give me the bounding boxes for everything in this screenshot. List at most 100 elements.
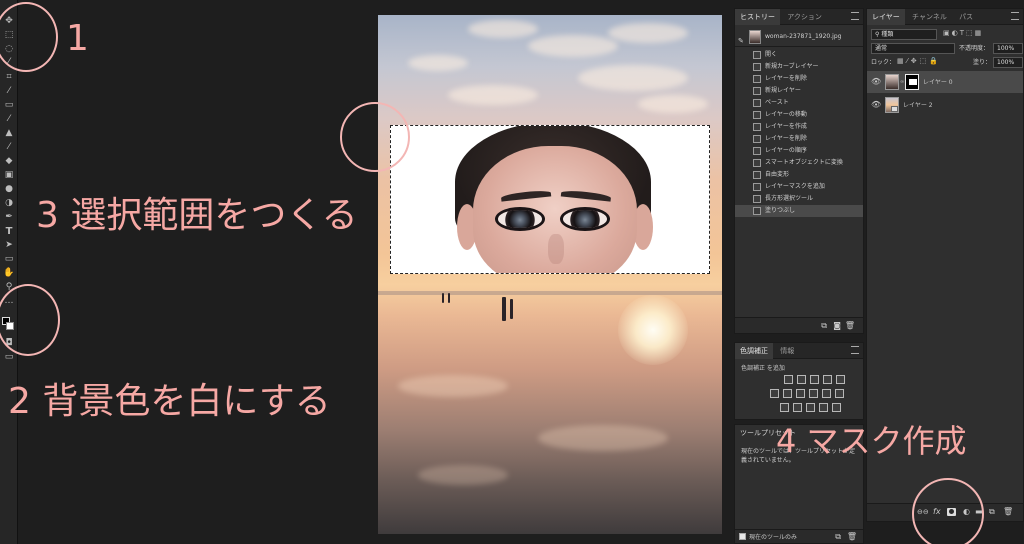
distant-figure — [510, 299, 513, 319]
annotation-circle-3 — [340, 102, 410, 172]
layer-mask-thumbnail[interactable] — [905, 74, 919, 90]
annotation-circle-2 — [0, 284, 60, 356]
rectangular-selection[interactable] — [390, 125, 710, 274]
new-document-from-state-icon[interactable]: ⧉ — [821, 321, 827, 331]
opacity-value[interactable]: 100% — [993, 43, 1023, 54]
eyedropper-icon[interactable]: ⁄ — [2, 86, 16, 97]
trash-icon[interactable]: 🗑 — [845, 321, 855, 330]
photo-filter-icon[interactable] — [809, 389, 818, 398]
new-layer-icon[interactable]: ⧉ — [989, 507, 995, 517]
vibrance-icon[interactable] — [835, 375, 845, 384]
panel-menu-icon[interactable] — [851, 12, 859, 20]
healing-brush-icon[interactable]: ▭ — [2, 100, 16, 111]
tab-actions[interactable]: アクション — [782, 9, 827, 25]
threshold-icon[interactable] — [805, 403, 815, 412]
history-panel: ヒストリー アクション ✎ woman-237871_1920.jpg 開く 新規… — [734, 8, 864, 334]
history-state-icon — [753, 99, 761, 107]
history-item[interactable]: スマートオブジェクトに変換 — [735, 157, 863, 169]
current-tool-only-checkbox[interactable] — [739, 533, 746, 540]
lock-icons[interactable]: ▦⁄✥⬚🔒 — [897, 57, 941, 65]
new-preset-icon[interactable]: ⧉ — [835, 532, 841, 542]
tab-paths[interactable]: パス — [954, 9, 978, 25]
screen-mode-icon[interactable]: ▭ — [2, 352, 16, 363]
history-state-icon — [753, 51, 761, 59]
camera-icon[interactable]: ◙ — [833, 321, 841, 330]
opacity-label: 不透明度： — [959, 45, 990, 52]
history-brush-source-icon[interactable]: ✎ — [738, 33, 746, 45]
black-white-icon[interactable] — [796, 389, 805, 398]
trash-icon[interactable]: 🗑 — [847, 532, 857, 541]
dodge-tool-icon[interactable]: ◑ — [2, 198, 16, 209]
history-item[interactable]: レイヤーを作成 — [735, 121, 863, 133]
link-icon[interactable]: ∞ — [900, 79, 904, 85]
brightness-icon[interactable] — [783, 375, 793, 384]
selective-color-icon[interactable] — [831, 403, 841, 412]
history-item[interactable]: ペースト — [735, 97, 863, 109]
gradient-map-icon[interactable] — [818, 403, 828, 412]
history-item[interactable]: レイヤーマスクを追加 — [735, 181, 863, 193]
annotation-circle-4 — [912, 478, 984, 544]
history-item[interactable]: レイヤーを削除 — [735, 73, 863, 85]
brush-tool-icon[interactable]: ⁄ — [2, 114, 16, 125]
history-state-icon — [753, 159, 761, 167]
history-state-icon — [753, 135, 761, 143]
invert-icon[interactable] — [779, 403, 789, 412]
tab-adjustments[interactable]: 色調補正 — [735, 343, 773, 359]
tab-info[interactable]: 情報 — [775, 343, 799, 359]
history-snapshot[interactable]: ✎ woman-237871_1920.jpg — [735, 29, 863, 45]
history-brush-icon[interactable]: ⁄ — [2, 142, 16, 153]
history-item[interactable]: 新規レイヤー — [735, 85, 863, 97]
curves-icon[interactable] — [809, 375, 819, 384]
document-canvas[interactable] — [378, 15, 722, 534]
exposure-icon[interactable] — [822, 375, 832, 384]
tab-layers[interactable]: レイヤー — [867, 9, 905, 25]
path-select-icon[interactable]: ➤ — [2, 240, 16, 251]
tab-history[interactable]: ヒストリー — [735, 9, 780, 25]
blur-tool-icon[interactable]: ● — [2, 184, 16, 195]
hue-saturation-icon[interactable] — [770, 389, 779, 398]
history-state-icon — [753, 123, 761, 131]
layer-row[interactable]: 👁 ∞ レイヤー 0 — [867, 71, 1023, 93]
eye-icon[interactable]: 👁 — [871, 77, 881, 86]
fill-value[interactable]: 100% — [993, 57, 1023, 68]
rectangle-tool-icon[interactable]: ▭ — [2, 254, 16, 265]
panel-menu-icon[interactable] — [1011, 12, 1019, 20]
blend-mode-select[interactable]: 通常 — [871, 43, 955, 54]
history-item[interactable]: 開く — [735, 49, 863, 61]
history-state-icon — [753, 75, 761, 83]
layer-filter-icons[interactable]: ▣◐T⬚▦ — [943, 29, 983, 37]
hand-tool-icon[interactable]: ✋ — [2, 268, 16, 279]
tab-channels[interactable]: チャンネル — [907, 9, 952, 25]
layer-name: レイヤー 0 — [923, 79, 953, 86]
color-lookup-icon[interactable] — [835, 389, 844, 398]
history-item[interactable]: レイヤーの移動 — [735, 109, 863, 121]
trash-icon[interactable]: 🗑 — [1003, 507, 1013, 516]
layer-filter-select[interactable]: ⚲ 種類 — [871, 29, 937, 40]
history-state-icon — [753, 171, 761, 179]
history-item[interactable]: レイヤーを削除 — [735, 133, 863, 145]
distant-figure — [442, 293, 444, 303]
clone-stamp-icon[interactable]: ▲ — [2, 128, 16, 139]
panel-menu-icon[interactable] — [851, 346, 859, 354]
levels-icon[interactable] — [796, 375, 806, 384]
pen-tool-icon[interactable]: ✒ — [2, 212, 16, 223]
history-item[interactable]: 長方形選択ツール — [735, 193, 863, 205]
gradient-tool-icon[interactable]: ▣ — [2, 170, 16, 181]
history-item[interactable]: 塗りつぶし — [735, 205, 863, 217]
history-item[interactable]: レイヤーの順序 — [735, 145, 863, 157]
type-tool-icon[interactable]: T — [2, 226, 16, 237]
crop-tool-icon[interactable]: ⌗ — [2, 72, 16, 83]
eraser-icon[interactable]: ◆ — [2, 156, 16, 167]
history-item[interactable]: 自由変形 — [735, 169, 863, 181]
color-balance-icon[interactable] — [783, 389, 792, 398]
history-state-icon — [753, 195, 761, 203]
channel-mixer-icon[interactable] — [822, 389, 831, 398]
layer-row[interactable]: 👁 レイヤー 2 — [867, 94, 1023, 116]
history-item-label: 塗りつぶし — [765, 207, 796, 214]
eye-icon[interactable]: 👁 — [871, 100, 881, 109]
history-item[interactable]: 新規カーブレイヤー — [735, 61, 863, 73]
posterize-icon[interactable] — [792, 403, 802, 412]
snapshot-name: woman-237871_1920.jpg — [765, 33, 842, 40]
history-state-icon — [753, 63, 761, 71]
current-tool-only-label: 現在のツールのみ — [749, 534, 798, 541]
